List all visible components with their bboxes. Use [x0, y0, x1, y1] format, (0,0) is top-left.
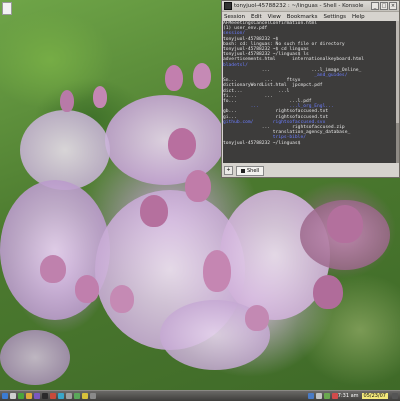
trash-desktop-icon[interactable]: [1, 2, 13, 16]
maximize-button[interactable]: □: [380, 2, 388, 10]
app-launcher-icon[interactable]: [90, 393, 96, 399]
menu-help[interactable]: Help: [352, 14, 365, 20]
terminal-icon[interactable]: [42, 393, 48, 399]
minimize-button[interactable]: _: [371, 2, 379, 10]
app-launcher-icon[interactable]: [82, 393, 88, 399]
app-launcher-icon[interactable]: [34, 393, 40, 399]
terminal-scrollbar[interactable]: [396, 21, 399, 163]
terminal-output[interactable]: AFMeeetingsCancelConfirmation.html (1) u…: [223, 21, 398, 163]
app-launcher-icon[interactable]: [50, 393, 56, 399]
tray-icon[interactable]: [307, 393, 314, 399]
menubar: Session Edit View Bookmarks Settings Hel…: [222, 12, 399, 21]
tray-icon[interactable]: [315, 393, 322, 399]
menu-bookmarks[interactable]: Bookmarks: [287, 14, 318, 20]
close-button[interactable]: ×: [389, 2, 397, 10]
terminal-prompt: tonyjuol-45788232 ~/linguas$: [223, 140, 301, 146]
scrollbar-thumb[interactable]: [396, 123, 399, 163]
folder-icon[interactable]: [26, 393, 32, 399]
tray-icon[interactable]: [323, 393, 330, 399]
menu-edit[interactable]: Edit: [251, 14, 262, 20]
window-titlebar[interactable]: tonyjuol-45788232 : ~/linguas - Shell - …: [222, 1, 399, 12]
window-title: tonyjuol-45788232 : ~/linguas - Shell - …: [234, 3, 364, 9]
date[interactable]: 05/23/07: [361, 393, 388, 399]
menu-session[interactable]: Session: [224, 14, 245, 20]
globe-icon[interactable]: [58, 393, 64, 399]
desktop-icon[interactable]: [10, 393, 16, 399]
menu-settings[interactable]: Settings: [323, 14, 346, 20]
tab-shell-label: Shell: [247, 167, 260, 174]
taskbar: 7:31 am 05/23/07: [0, 390, 400, 401]
start-menu-icon[interactable]: [2, 393, 8, 399]
konsole-window: tonyjuol-45788232 : ~/linguas - Shell - …: [221, 0, 400, 178]
document-icon: [2, 2, 12, 15]
app-launcher-icon[interactable]: [66, 393, 72, 399]
app-launcher-icon[interactable]: [18, 393, 24, 399]
new-tab-button[interactable]: +: [224, 166, 233, 175]
app-launcher-icon[interactable]: [74, 393, 80, 399]
tab-bar: + Shell: [222, 164, 399, 177]
show-desktop-icon[interactable]: [392, 393, 398, 399]
terminal-icon: [224, 2, 232, 10]
clock[interactable]: 7:31 am: [338, 393, 359, 399]
terminal-icon: [241, 168, 245, 173]
tab-shell[interactable]: Shell: [236, 165, 265, 176]
menu-view[interactable]: View: [268, 14, 281, 20]
